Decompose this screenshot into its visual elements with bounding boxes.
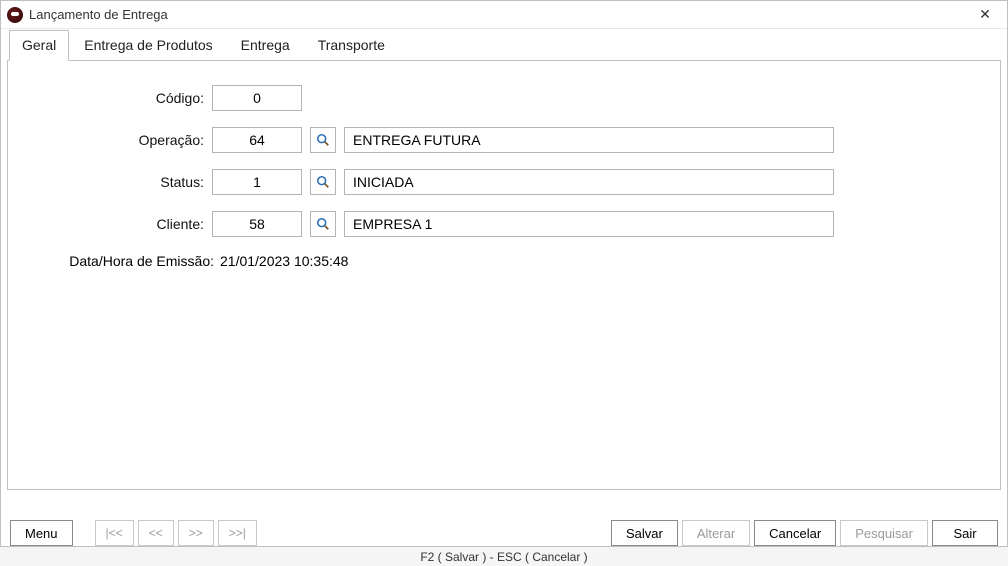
sair-button[interactable]: Sair xyxy=(932,520,998,546)
input-cliente-desc[interactable] xyxy=(344,211,834,237)
app-icon xyxy=(7,7,23,23)
label-operacao: Operação: xyxy=(24,132,204,148)
salvar-button[interactable]: Salvar xyxy=(611,520,678,546)
lookup-cliente-button[interactable] xyxy=(310,211,336,237)
close-icon: ✕ xyxy=(979,6,991,23)
alterar-button[interactable]: Alterar xyxy=(682,520,750,546)
title-bar: Lançamento de Entrega ✕ xyxy=(1,1,1007,29)
label-emissao: Data/Hora de Emissão: xyxy=(24,253,220,269)
lookup-operacao-button[interactable] xyxy=(310,127,336,153)
search-icon xyxy=(316,175,330,189)
input-codigo[interactable] xyxy=(212,85,302,111)
search-icon xyxy=(316,133,330,147)
input-operacao-desc[interactable] xyxy=(344,127,834,153)
menu-button[interactable]: Menu xyxy=(10,520,73,546)
nav-prev-button[interactable]: << xyxy=(138,520,174,546)
input-cliente-code[interactable] xyxy=(212,211,302,237)
status-bar: F2 ( Salvar ) - ESC ( Cancelar ) xyxy=(0,546,1008,566)
label-codigo: Código: xyxy=(24,90,204,106)
footer-toolbar: Menu |<< << >> >>| Salvar Alterar Cancel… xyxy=(0,520,1008,546)
tab-transporte[interactable]: Transporte xyxy=(305,30,398,61)
window-title: Lançamento de Entrega xyxy=(29,7,168,22)
status-text: F2 ( Salvar ) - ESC ( Cancelar ) xyxy=(420,550,587,564)
search-icon xyxy=(316,217,330,231)
tab-entrega[interactable]: Entrega xyxy=(228,30,303,61)
tab-panel: Código: Operação: Status: Cliente: xyxy=(7,60,1001,490)
input-status-desc[interactable] xyxy=(344,169,834,195)
value-emissao: 21/01/2023 10:35:48 xyxy=(220,253,348,269)
tab-entrega-produtos[interactable]: Entrega de Produtos xyxy=(71,30,225,61)
nav-group: |<< << >> >>| xyxy=(95,520,257,546)
pesquisar-button[interactable]: Pesquisar xyxy=(840,520,928,546)
lookup-status-button[interactable] xyxy=(310,169,336,195)
label-cliente: Cliente: xyxy=(24,216,204,232)
cancelar-button[interactable]: Cancelar xyxy=(754,520,836,546)
close-button[interactable]: ✕ xyxy=(963,1,1007,29)
form-geral: Código: Operação: Status: Cliente: xyxy=(8,61,1000,269)
input-operacao-code[interactable] xyxy=(212,127,302,153)
input-status-code[interactable] xyxy=(212,169,302,195)
nav-first-button[interactable]: |<< xyxy=(95,520,134,546)
tab-geral[interactable]: Geral xyxy=(9,30,69,61)
nav-next-button[interactable]: >> xyxy=(178,520,214,546)
nav-last-button[interactable]: >>| xyxy=(218,520,257,546)
label-status: Status: xyxy=(24,174,204,190)
tab-strip: Geral Entrega de Produtos Entrega Transp… xyxy=(1,29,1007,60)
